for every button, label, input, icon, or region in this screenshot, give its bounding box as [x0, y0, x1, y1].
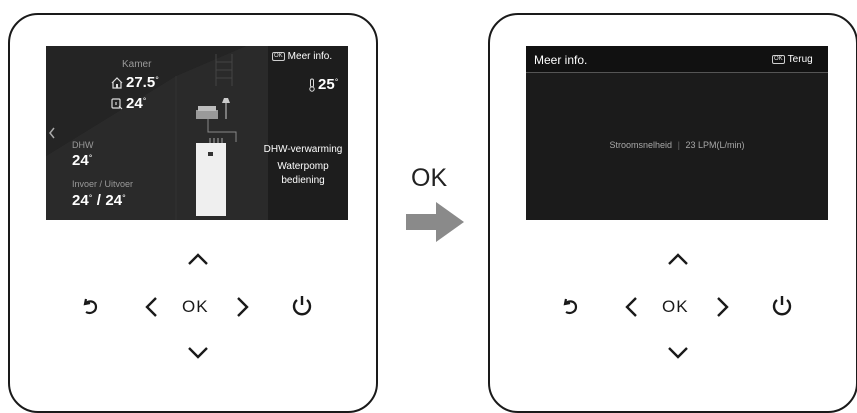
status-line-1: DHW-verwarming	[263, 144, 343, 155]
back-label: Terug	[787, 54, 813, 65]
room-temp-degree: °	[155, 75, 159, 85]
dhw-temp-row: 24°	[72, 152, 92, 170]
chevron-left-icon[interactable]	[48, 126, 56, 145]
back-button[interactable]	[561, 295, 581, 317]
home-icon	[111, 76, 123, 89]
chevron-up-icon	[668, 253, 688, 265]
outdoor-temp-row: 25°	[308, 76, 338, 94]
dhw-label: DHW	[72, 140, 94, 150]
chevron-right-icon	[237, 297, 249, 317]
flow-in-degree: °	[88, 193, 93, 203]
ok-button[interactable]: OK	[182, 297, 209, 317]
flow-separator: /	[96, 192, 101, 209]
flow-rate-row: Stroomsnelheid | 23 LPM(L/min)	[526, 140, 828, 150]
chevron-left-icon	[145, 297, 157, 317]
flow-rate-separator: |	[677, 140, 680, 150]
status-line-2: Waterpomp	[277, 161, 329, 172]
left-button[interactable]	[624, 296, 638, 318]
power-icon	[292, 296, 312, 316]
status-line-3: bediening	[281, 175, 325, 186]
room-label: Kamer	[122, 59, 152, 70]
chevron-left-icon	[625, 297, 637, 317]
flow-out-degree: °	[122, 193, 126, 203]
right-button[interactable]	[236, 296, 250, 318]
flow-rate-label: Stroomsnelheid	[609, 140, 673, 150]
thermometer-icon	[309, 78, 315, 92]
room-setpoint-value: 24	[126, 95, 143, 112]
display-more-info: Meer info. OK Terug Stroomsnelheid | 23 L…	[526, 46, 828, 220]
power-button[interactable]	[770, 294, 794, 318]
more-info-link[interactable]: OK Meer info.	[272, 51, 332, 62]
back-icon	[83, 298, 98, 315]
chevron-down-icon	[188, 347, 208, 359]
ok-chip: OK	[772, 54, 785, 64]
chevron-up-icon	[188, 253, 208, 265]
flow-label: Invoer / Uitvoer	[72, 179, 134, 189]
setpoint-icon	[111, 98, 123, 110]
back-icon	[563, 298, 578, 315]
ok-button[interactable]: OK	[662, 297, 689, 317]
flow-in-value: 24	[72, 192, 89, 209]
outdoor-temp-degree: °	[334, 77, 339, 87]
room-temp-value: 27.5	[126, 74, 156, 91]
controller-right: Meer info. OK Terug Stroomsnelheid | 23 L…	[488, 13, 857, 413]
room-temp-row: 27.5°	[110, 74, 159, 92]
ok-chip: OK	[272, 51, 285, 61]
dhw-temp-degree: °	[88, 153, 93, 163]
back-link[interactable]: OK Terug	[772, 54, 813, 65]
down-button[interactable]	[667, 346, 689, 360]
chevron-down-icon	[668, 347, 688, 359]
power-icon	[772, 296, 792, 316]
dhw-temp-value: 24	[72, 152, 89, 169]
room-setpoint-row: 24°	[110, 95, 146, 113]
room-setpoint-degree: °	[142, 96, 147, 106]
transition-label: OK	[411, 164, 448, 192]
back-button[interactable]	[81, 295, 101, 317]
up-button[interactable]	[667, 252, 689, 266]
up-button[interactable]	[187, 252, 209, 266]
power-button[interactable]	[290, 294, 314, 318]
flow-out-value: 24	[105, 192, 123, 209]
screen-title: Meer info.	[534, 53, 588, 67]
flow-rate-value: 23 LPM(L/min)	[685, 140, 745, 150]
outdoor-temp-value: 25	[318, 76, 335, 93]
more-info-label: Meer info.	[287, 51, 333, 62]
down-button[interactable]	[187, 346, 209, 360]
display-main: Kamer 27.5° 24° OK Meer info. 25° DHW 24…	[46, 46, 348, 220]
right-button[interactable]	[716, 296, 730, 318]
controller-left: Kamer 27.5° 24° OK Meer info. 25° DHW 24…	[8, 13, 378, 413]
arrow-right-icon	[406, 202, 464, 242]
flow-temp-row: 24° / 24°	[72, 192, 126, 210]
chevron-right-icon	[717, 297, 729, 317]
left-button[interactable]	[144, 296, 158, 318]
